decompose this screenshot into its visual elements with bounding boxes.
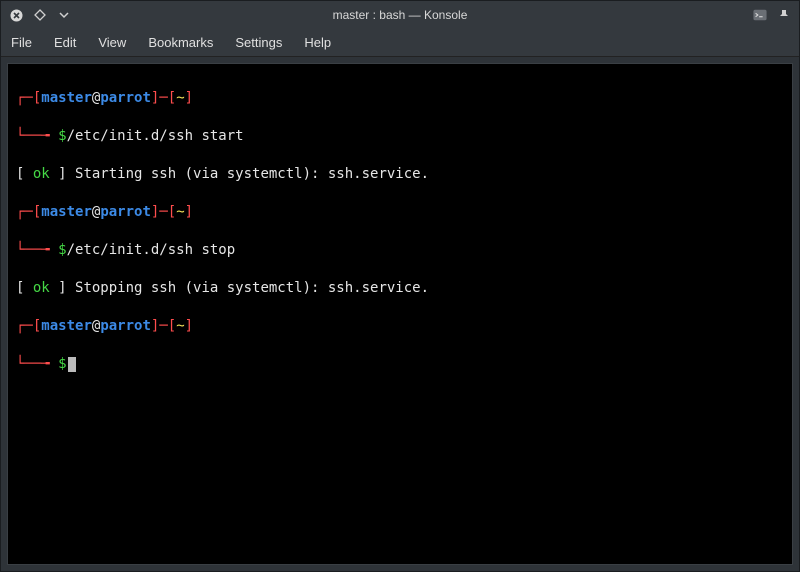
prompt-dollar: $ <box>50 128 67 144</box>
menu-view[interactable]: View <box>98 35 126 50</box>
prompt-bracket-close: ] <box>185 204 193 220</box>
prompt-bracket-open: ┌─[ <box>16 318 41 334</box>
prompt-line: ┌─[master@parrot]─[~] <box>16 203 784 222</box>
prompt-host: parrot <box>100 90 151 106</box>
prompt-bracket-open: ┌─[ <box>16 204 41 220</box>
window-title: master : bash — Konsole <box>333 8 468 22</box>
command-text: /etc/init.d/ssh stop <box>67 242 236 258</box>
prompt-path: ~ <box>176 204 184 220</box>
prompt-line: ┌─[master@parrot]─[~] <box>16 89 784 108</box>
output-text: ] Starting ssh (via systemctl): ssh.serv… <box>58 166 429 182</box>
terminal-cursor <box>68 357 76 372</box>
prompt-dollar: $ <box>50 242 67 258</box>
titlebar: master : bash — Konsole <box>1 1 799 29</box>
prompt-line: ┌─[master@parrot]─[~] <box>16 317 784 336</box>
output-line: [ ok ] Starting ssh (via systemctl): ssh… <box>16 165 784 184</box>
titlebar-left-controls <box>9 8 71 22</box>
prompt-path: ~ <box>176 90 184 106</box>
prompt-branch: └──╼ <box>16 242 50 258</box>
prompt-host: parrot <box>100 318 151 334</box>
menu-file[interactable]: File <box>11 35 32 50</box>
menu-edit[interactable]: Edit <box>54 35 76 50</box>
prompt-user: master <box>41 318 92 334</box>
prompt-bracket-close: ] <box>185 90 193 106</box>
prompt-bracket-open: ┌─[ <box>16 90 41 106</box>
prompt-host: parrot <box>100 204 151 220</box>
prompt-bracket-mid: ]─[ <box>151 90 176 106</box>
menubar: File Edit View Bookmarks Settings Help <box>1 29 799 57</box>
prompt-path: ~ <box>176 318 184 334</box>
konsole-app-icon[interactable] <box>753 8 767 22</box>
prompt-branch: └──╼ <box>16 356 50 372</box>
current-input-line[interactable]: └──╼ $ <box>16 355 784 374</box>
command-line: └──╼ $/etc/init.d/ssh start <box>16 127 784 146</box>
output-ok: ok <box>24 166 58 182</box>
prompt-bracket-close: ] <box>185 318 193 334</box>
menu-settings[interactable]: Settings <box>235 35 282 50</box>
output-text: ] Stopping ssh (via systemctl): ssh.serv… <box>58 280 429 296</box>
command-line: └──╼ $/etc/init.d/ssh stop <box>16 241 784 260</box>
prompt-bracket-mid: ]─[ <box>151 204 176 220</box>
close-icon[interactable] <box>9 8 23 22</box>
minimize-icon[interactable] <box>57 8 71 22</box>
menu-help[interactable]: Help <box>304 35 331 50</box>
output-ok: ok <box>24 280 58 296</box>
maximize-icon[interactable] <box>33 8 47 22</box>
titlebar-right-controls <box>753 8 791 22</box>
prompt-user: master <box>41 90 92 106</box>
prompt-user: master <box>41 204 92 220</box>
prompt-dollar: $ <box>50 356 67 372</box>
output-line: [ ok ] Stopping ssh (via systemctl): ssh… <box>16 279 784 298</box>
pin-icon[interactable] <box>777 8 791 22</box>
prompt-branch: └──╼ <box>16 128 50 144</box>
command-text: /etc/init.d/ssh start <box>67 128 244 144</box>
terminal-area[interactable]: ┌─[master@parrot]─[~] └──╼ $/etc/init.d/… <box>7 63 793 565</box>
prompt-bracket-mid: ]─[ <box>151 318 176 334</box>
menu-bookmarks[interactable]: Bookmarks <box>148 35 213 50</box>
